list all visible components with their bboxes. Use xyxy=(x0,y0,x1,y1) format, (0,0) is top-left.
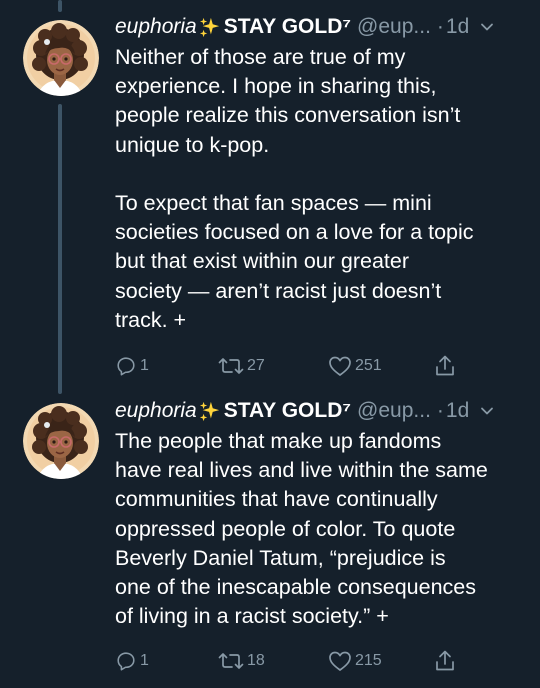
share-button[interactable] xyxy=(434,353,456,379)
chevron-down-icon[interactable] xyxy=(479,19,495,35)
reply-icon xyxy=(117,652,135,671)
timestamp[interactable]: 1d xyxy=(446,397,469,425)
separator-dot: · xyxy=(436,15,444,38)
sparkles-icon xyxy=(199,401,219,422)
share-icon xyxy=(436,650,454,671)
reply-button[interactable]: 1 xyxy=(115,648,149,674)
display-name[interactable]: euphoria xyxy=(115,397,197,425)
tweet[interactable]: euphoria STAY GOLD⁷ @eup... · 1d Neither… xyxy=(0,0,540,395)
retweet-icon xyxy=(218,653,244,669)
tweet-header: euphoria STAY GOLD⁷ @eup... · 1d xyxy=(115,397,522,425)
heart-icon xyxy=(329,651,351,671)
sparkles-icon xyxy=(199,17,219,38)
tweet-text: The people that make up fandoms have rea… xyxy=(115,429,488,629)
avatar-illustration xyxy=(23,403,99,479)
share-button[interactable] xyxy=(434,648,456,674)
retweet-count: 18 xyxy=(247,652,265,669)
like-button[interactable]: 215 xyxy=(328,648,382,674)
tweet-actions: 1 18 215 xyxy=(115,648,475,674)
like-count: 215 xyxy=(355,652,382,669)
reply-icon xyxy=(117,357,135,376)
retweet-button[interactable]: 18 xyxy=(218,648,265,674)
like-count: 251 xyxy=(355,357,382,374)
share-icon xyxy=(436,355,454,376)
retweet-icon xyxy=(218,358,244,374)
avatar[interactable] xyxy=(23,403,99,479)
retweet-button[interactable]: 27 xyxy=(218,353,265,379)
tweet-content: euphoria STAY GOLD⁷ @eup... · 1d Neither… xyxy=(115,13,522,335)
avatar-illustration xyxy=(23,20,99,96)
reply-count: 1 xyxy=(140,652,149,669)
timestamp[interactable]: 1d xyxy=(446,13,469,41)
tweet-content: euphoria STAY GOLD⁷ @eup... · 1d The peo… xyxy=(115,397,522,631)
tweet-actions: 1 27 251 xyxy=(115,353,475,379)
separator-dot: · xyxy=(436,399,444,422)
timeline: euphoria STAY GOLD⁷ @eup... · 1d Neither… xyxy=(0,0,540,688)
retweet-count: 27 xyxy=(247,357,265,374)
reply-count: 1 xyxy=(140,357,149,374)
user-handle[interactable]: @eup... xyxy=(357,397,431,425)
chevron-down-icon[interactable] xyxy=(479,403,495,419)
display-name-suffix[interactable]: STAY GOLD⁷ xyxy=(224,397,351,425)
tweet-header: euphoria STAY GOLD⁷ @eup... · 1d xyxy=(115,13,522,41)
user-handle[interactable]: @eup... xyxy=(357,13,431,41)
display-name-suffix[interactable]: STAY GOLD⁷ xyxy=(224,13,351,41)
display-name[interactable]: euphoria xyxy=(115,13,197,41)
reply-button[interactable]: 1 xyxy=(115,353,149,379)
tweet[interactable]: euphoria STAY GOLD⁷ @eup... · 1d The peo… xyxy=(0,395,540,688)
avatar[interactable] xyxy=(23,20,99,96)
tweet-text: Neither of those are true of my experien… xyxy=(115,45,474,332)
like-button[interactable]: 251 xyxy=(328,353,382,379)
heart-icon xyxy=(329,356,351,376)
